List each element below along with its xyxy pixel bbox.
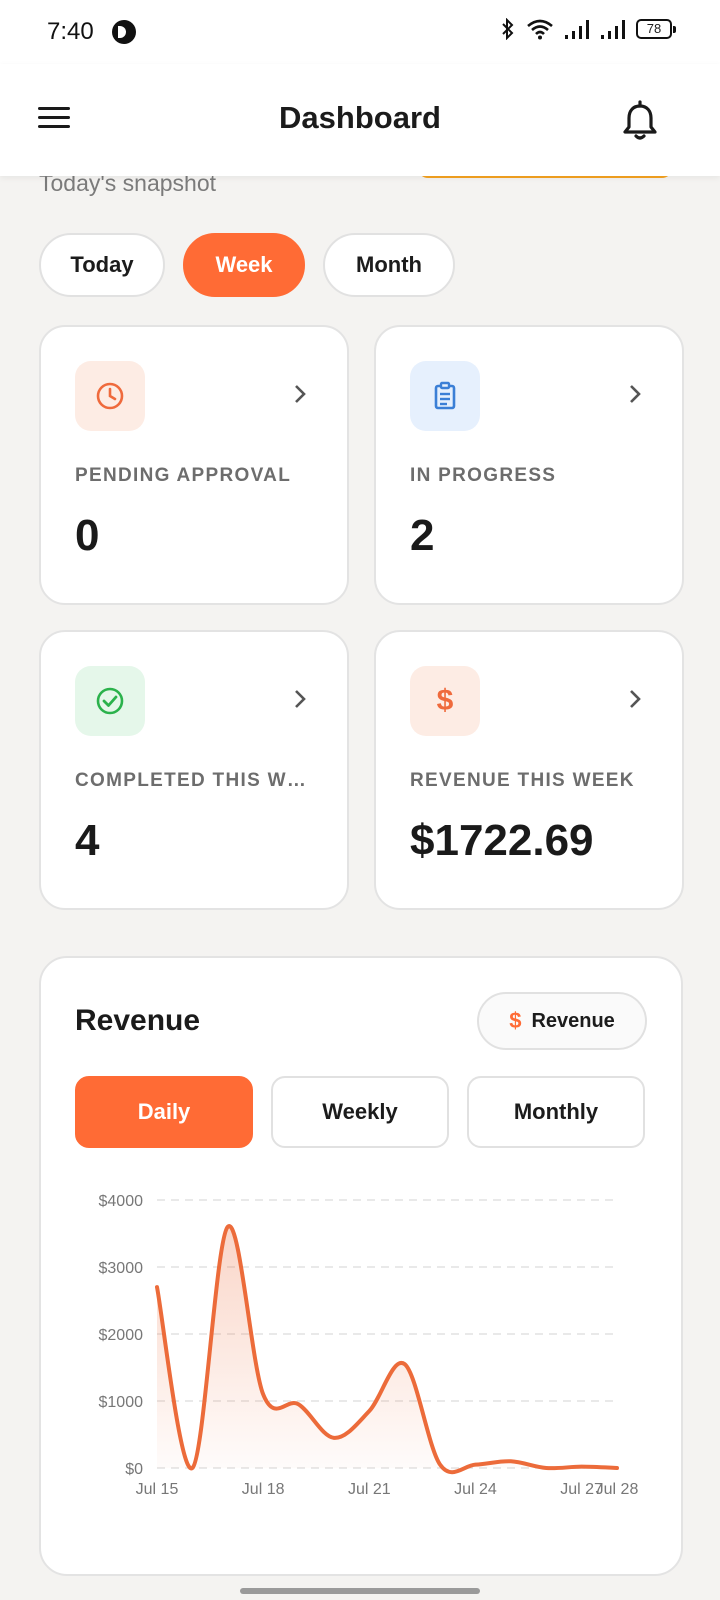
signal-icon [565,20,589,39]
chevron-right-icon [630,385,641,403]
tab-month[interactable]: Month [323,233,455,297]
x-tick-label: Jul 15 [136,1481,179,1498]
data-point [331,1435,337,1441]
check-circle-icon [75,666,145,736]
data-point [260,1391,266,1397]
data-point [508,1458,514,1464]
data-point [154,1284,160,1290]
granularity-monthly[interactable]: Monthly [467,1076,645,1148]
granularity-daily[interactable]: Daily [75,1076,253,1148]
app-bar: Dashboard [0,64,720,176]
x-tick-label: Jul 21 [348,1481,391,1498]
granularity-weekly[interactable]: Weekly [271,1076,449,1148]
data-point [579,1464,585,1470]
dollar-icon: $ [410,666,480,736]
data-point [472,1462,478,1468]
data-point [437,1462,443,1468]
stat-card-in-progress[interactable]: IN PROGRESS 2 [374,325,684,605]
clipboard-icon [410,361,480,431]
stat-value: 4 [75,816,100,865]
data-point [366,1408,372,1414]
tab-today[interactable]: Today [39,233,165,297]
x-tick-label: Jul 18 [242,1481,285,1498]
stat-card-revenue-this-week[interactable]: $ REVENUE THIS WEEK $1722.69 [374,630,684,910]
y-tick-label: $3000 [99,1260,144,1277]
y-tick-label: $4000 [99,1193,144,1210]
x-tick-label: Jul 24 [454,1481,497,1498]
stat-label: REVENUE THIS WEEK [410,770,635,791]
stat-card-completed-this-week[interactable]: COMPLETED THIS W… 4 [39,630,349,910]
status-time: 7:40 [47,18,94,45]
stat-label: PENDING APPROVAL [75,465,292,486]
data-point [614,1465,620,1471]
y-tick-label: $1000 [99,1394,144,1411]
stat-value: 0 [75,511,100,560]
battery-icon: 78 [636,19,676,39]
data-point [225,1224,231,1230]
chip-label: Revenue [531,1009,615,1032]
revenue-area [157,1226,617,1473]
stat-label: IN PROGRESS [410,465,557,486]
status-icons: 78 [500,18,676,40]
stat-label: COMPLETED THIS W… [75,770,308,791]
y-tick-label: $0 [125,1461,143,1478]
data-point [296,1401,302,1407]
chevron-right-icon [295,690,306,708]
stat-value: 2 [410,511,435,560]
revenue-chart: $0 $1000 $2000 $3000 $4000 Jul 15 Jul 18 Jul 21… [99,1193,639,1498]
dnd-icon [112,20,136,44]
data-point [543,1465,549,1471]
tab-week[interactable]: Week [183,233,305,297]
y-tick-label: $2000 [99,1327,144,1344]
clock-icon [75,361,145,431]
x-tick-label: Jul 28 [596,1481,639,1498]
page-title: Dashboard [279,100,441,135]
signal-icon [601,20,625,39]
dollar-icon: $ [509,1008,522,1033]
revenue-metric-chip[interactable]: $ Revenue [477,992,647,1050]
period-tabs: Today Week Month [39,233,455,297]
chevron-right-icon [630,690,641,708]
revenue-title: Revenue [75,1004,201,1037]
stat-value: $1722.69 [410,816,594,865]
chevron-right-icon [295,385,306,403]
home-indicator[interactable] [240,1588,480,1594]
stat-card-pending-approval[interactable]: PENDING APPROVAL 0 [39,325,349,605]
revenue-card: Revenue $ Revenue Daily Weekly Monthly $… [39,956,683,1576]
data-point [402,1361,408,1367]
status-bar: 7:40 78 [0,0,720,64]
bluetooth-icon [502,18,514,40]
data-point [189,1465,195,1471]
bell-icon[interactable] [616,98,664,146]
wifi-icon [527,19,553,40]
